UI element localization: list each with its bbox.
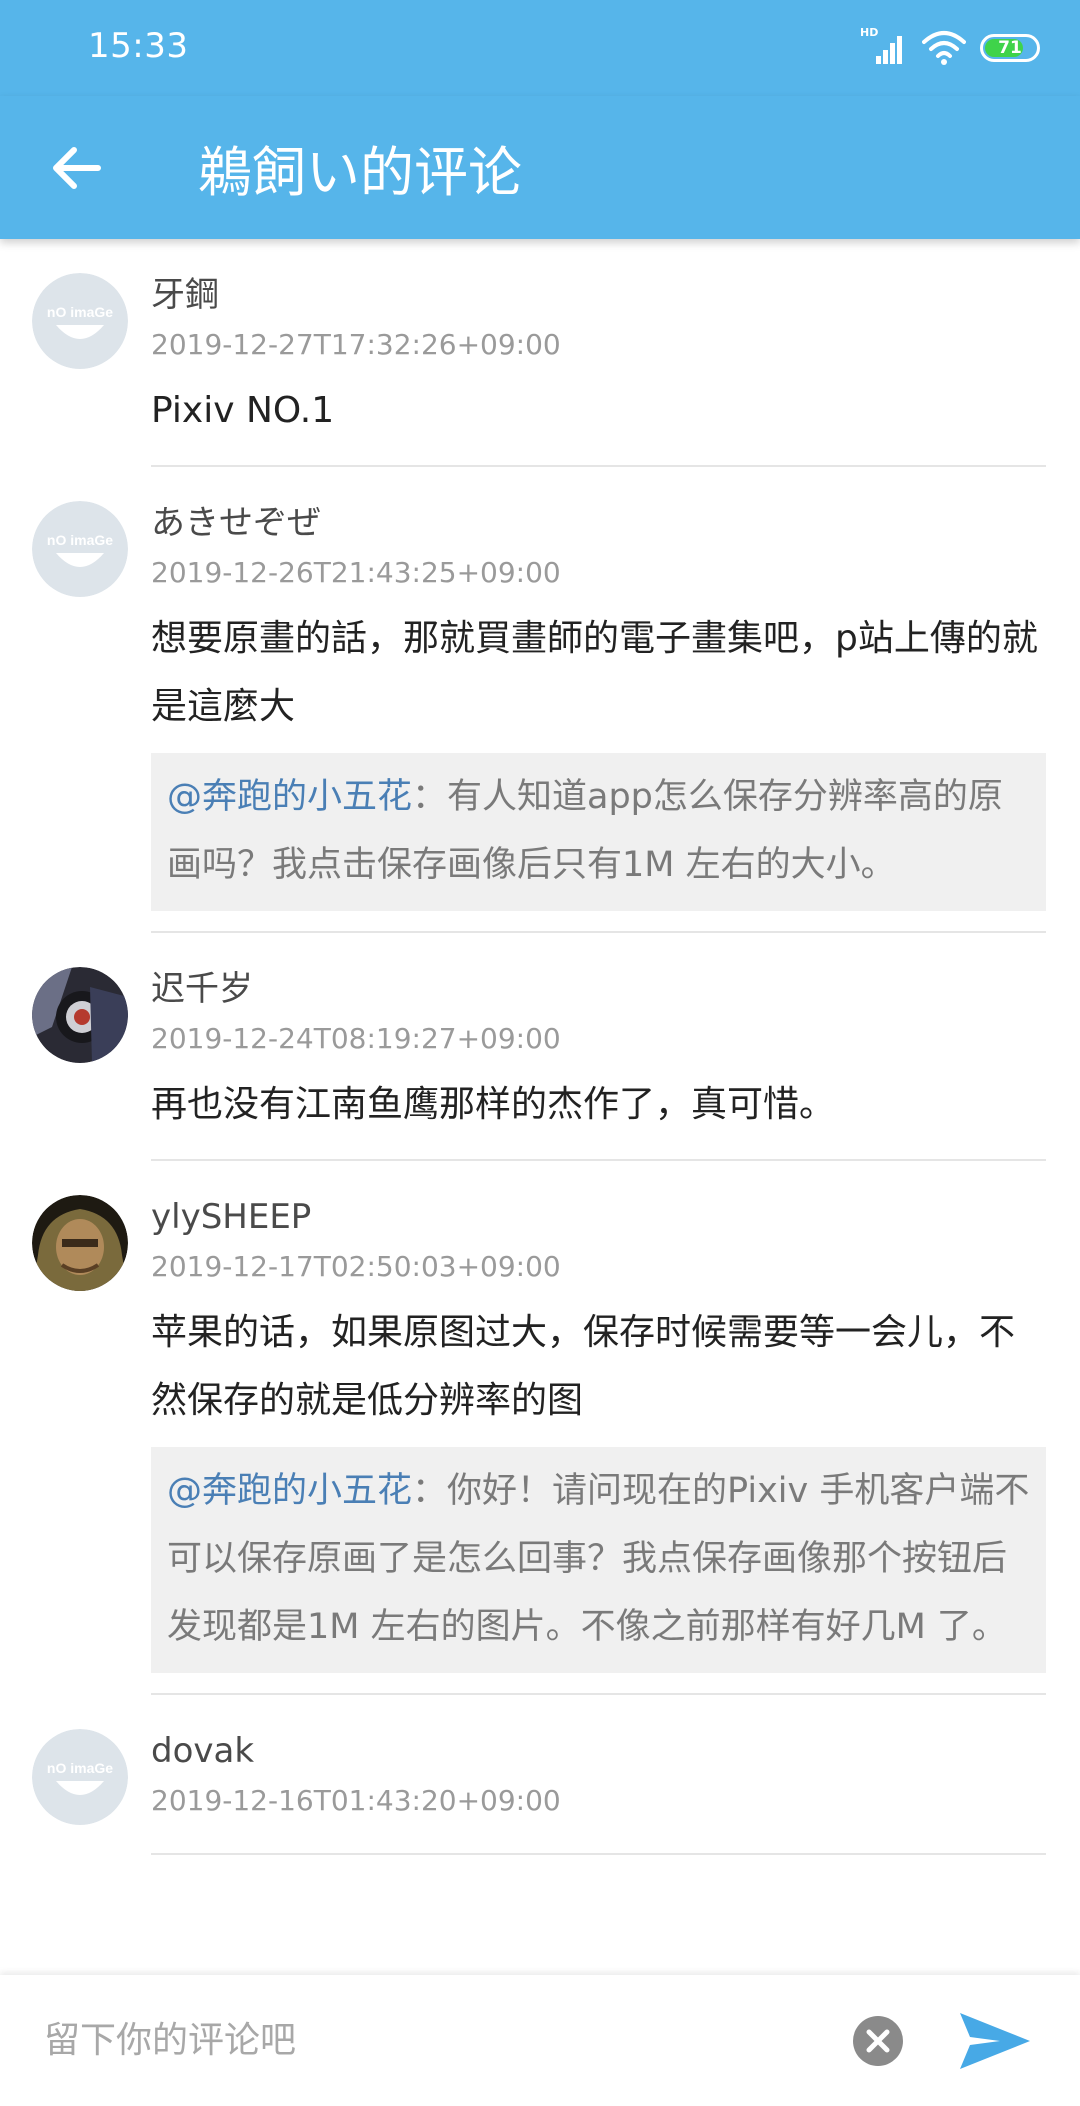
- comment-item[interactable]: nO imaGe あきせぞぜ 2019-12-26T21:43:25+09:00…: [0, 467, 1080, 933]
- comment-body: ylySHEEP 2019-12-17T02:50:03+09:00 苹果的话，…: [151, 1195, 1046, 1695]
- comment-input-bar: [0, 1975, 1080, 2106]
- status-icons: HD 71: [860, 26, 1040, 68]
- avatar[interactable]: [32, 1195, 128, 1291]
- comment-date: 2019-12-24T08:19:27+09:00: [151, 1022, 561, 1055]
- battery-level: 71: [998, 38, 1022, 58]
- status-time: 15:33: [88, 26, 189, 66]
- comment-item[interactable]: nO imaGe 牙鋼 2019-12-27T17:32:26+09:00 Pi…: [0, 239, 1080, 467]
- comment-text: Pixiv NO.1: [151, 390, 335, 431]
- clear-icon: [853, 2016, 903, 2066]
- comment-text: 苹果的话，如果原图过大，保存时候需要等一会儿，不然保存的就是低分辨率的图: [151, 1312, 1016, 1421]
- back-button[interactable]: [40, 132, 112, 204]
- comment-input[interactable]: [44, 2007, 824, 2073]
- app-bar: 鵜飼い的评论: [0, 96, 1080, 239]
- comment-date: 2019-12-17T02:50:03+09:00: [151, 1250, 561, 1283]
- comment-author[interactable]: dovak: [151, 1729, 1046, 1773]
- svg-text:nO imaGe: nO imaGe: [47, 532, 113, 548]
- comment-item[interactable]: ylySHEEP 2019-12-17T02:50:03+09:00 苹果的话，…: [0, 1161, 1080, 1695]
- avatar[interactable]: [32, 967, 128, 1063]
- comment-body: あきせぞぜ 2019-12-26T21:43:25+09:00 想要原畫的話，那…: [151, 501, 1046, 933]
- comment-body: dovak 2019-12-16T01:43:20+09:00: [151, 1729, 1046, 1855]
- comment-text: 想要原畫的話，那就買畫師的電子畫集吧，p站上傳的就是這麼大: [151, 618, 1038, 727]
- reply-mention[interactable]: @奔跑的小五花: [167, 1471, 412, 1511]
- wifi-icon: [922, 31, 966, 65]
- battery-icon: 71: [980, 34, 1040, 62]
- no-image-avatar-icon: nO imaGe: [32, 501, 128, 597]
- avatar[interactable]: nO imaGe: [32, 273, 128, 369]
- comment-author[interactable]: 迟千岁: [151, 967, 1046, 1011]
- headphones-photo-avatar: [32, 967, 128, 1063]
- avatar[interactable]: nO imaGe: [32, 501, 128, 597]
- comment-body: 迟千岁 2019-12-24T08:19:27+09:00 再也没有江南鱼鹰那样…: [151, 967, 1046, 1161]
- status-bar: 15:33 HD 71: [0, 0, 1080, 96]
- no-image-avatar-icon: nO imaGe: [32, 273, 128, 369]
- comment-item[interactable]: nO imaGe dovak 2019-12-16T01:43:20+09:00: [0, 1695, 1080, 1855]
- no-image-avatar-icon: nO imaGe: [32, 1729, 128, 1825]
- quoted-reply: @奔跑的小五花：有人知道app怎么保存分辨率高的原画吗？我点击保存画像后只有1M…: [151, 753, 1046, 911]
- comment-list[interactable]: nO imaGe 牙鋼 2019-12-27T17:32:26+09:00 Pi…: [0, 239, 1080, 1975]
- send-button[interactable]: [956, 2007, 1034, 2075]
- comment-author[interactable]: 牙鋼: [151, 273, 1046, 317]
- comment-text: 再也没有江南鱼鹰那样的杰作了，真可惜。: [151, 1084, 836, 1125]
- comment-body: 牙鋼 2019-12-27T17:32:26+09:00 Pixiv NO.1: [151, 273, 1046, 467]
- send-icon: [960, 2013, 1030, 2069]
- comment-author[interactable]: あきせぞぜ: [151, 501, 1046, 545]
- arrow-left-icon: [53, 147, 101, 189]
- reply-mention[interactable]: @奔跑的小五花: [167, 777, 412, 817]
- avatar[interactable]: nO imaGe: [32, 1729, 128, 1825]
- svg-text:nO imaGe: nO imaGe: [47, 304, 113, 320]
- svg-text:nO imaGe: nO imaGe: [47, 1760, 113, 1776]
- quoted-reply: @奔跑的小五花：你好！请问现在的Pixiv 手机客户端不可以保存原画了是怎么回事…: [151, 1447, 1046, 1673]
- comment-date: 2019-12-16T01:43:20+09:00: [151, 1784, 561, 1817]
- clear-button[interactable]: [852, 2015, 904, 2067]
- comment-author[interactable]: ylySHEEP: [151, 1195, 1046, 1239]
- cellular-signal-icon: HD: [860, 26, 908, 68]
- page-title: 鵜飼い的评论: [198, 141, 522, 204]
- helmet-photo-avatar: [32, 1195, 128, 1291]
- comment-date: 2019-12-27T17:32:26+09:00: [151, 328, 561, 361]
- comment-item[interactable]: 迟千岁 2019-12-24T08:19:27+09:00 再也没有江南鱼鹰那样…: [0, 933, 1080, 1161]
- comment-date: 2019-12-26T21:43:25+09:00: [151, 556, 561, 589]
